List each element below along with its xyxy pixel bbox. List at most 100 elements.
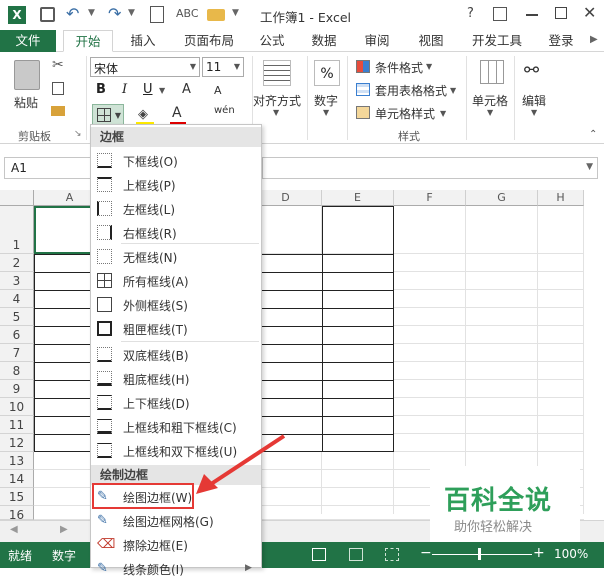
- undo-icon[interactable]: ↶: [66, 4, 79, 23]
- normal-view-icon[interactable]: [312, 548, 326, 561]
- cell-style-icon[interactable]: [356, 106, 370, 119]
- percent-icon[interactable]: %: [314, 60, 340, 86]
- row-header-3[interactable]: 3: [0, 272, 34, 290]
- print-preview-icon[interactable]: [150, 6, 164, 23]
- minimize-button[interactable]: [526, 14, 538, 16]
- row-header-15[interactable]: 15: [0, 488, 34, 506]
- row-header-12[interactable]: 12: [0, 434, 34, 452]
- help-button[interactable]: ?: [467, 6, 474, 21]
- open-folder-icon[interactable]: [207, 9, 225, 21]
- dropdown-icon[interactable]: ▼: [128, 8, 135, 18]
- row-header-10[interactable]: 10: [0, 398, 34, 416]
- menu-item-items1-1[interactable]: 上框线(P): [91, 173, 261, 197]
- chevron-down-icon[interactable]: ▼: [323, 108, 329, 117]
- edit-label[interactable]: 编辑: [522, 92, 546, 109]
- maximize-button[interactable]: [555, 7, 567, 19]
- dropdown-icon[interactable]: ▼: [159, 86, 165, 95]
- sheet-scroll-right-icon[interactable]: ▶: [60, 524, 68, 535]
- menu-item-items4-2[interactable]: ⌫ 擦除边框(E): [91, 533, 261, 557]
- fill-color-icon[interactable]: ◈: [138, 107, 148, 122]
- row-header-5[interactable]: 5: [0, 308, 34, 326]
- menu-item-items4-3[interactable]: ✎ 线条颜色(I): [91, 557, 261, 581]
- row-header-14[interactable]: 14: [0, 470, 34, 488]
- chevron-down-icon[interactable]: ▼: [234, 62, 240, 71]
- menu-item-items3-2[interactable]: 上下框线(D): [91, 391, 261, 415]
- tab-home[interactable]: 开始: [63, 30, 113, 52]
- row-header-11[interactable]: 11: [0, 416, 34, 434]
- dropdown-icon[interactable]: ▼: [232, 8, 239, 18]
- tab-formulas[interactable]: 公式: [252, 30, 292, 52]
- page-layout-view-icon[interactable]: [349, 548, 363, 561]
- chevron-down-icon[interactable]: ▼: [586, 162, 593, 172]
- chevron-down-icon[interactable]: ▼: [487, 108, 493, 117]
- bold-button[interactable]: B: [96, 82, 106, 97]
- tab-insert[interactable]: 插入: [122, 30, 164, 52]
- row-header-6[interactable]: 6: [0, 326, 34, 344]
- row-header-4[interactable]: 4: [0, 290, 34, 308]
- italic-button[interactable]: I: [122, 82, 127, 97]
- binoculars-icon[interactable]: ⚯: [524, 60, 539, 81]
- conditional-format-icon[interactable]: [356, 60, 370, 73]
- menu-item-items4-1[interactable]: ✎ 绘图边框网格(G): [91, 509, 261, 533]
- menu-item-items3-1[interactable]: 粗底框线(H): [91, 367, 261, 391]
- ribbon-display-icon[interactable]: [493, 7, 507, 21]
- phonetic-icon[interactable]: wén: [214, 105, 235, 116]
- redo-icon[interactable]: ↷: [108, 4, 121, 23]
- tab-page-layout[interactable]: 页面布局: [176, 30, 242, 52]
- zoom-in-icon[interactable]: +: [533, 545, 545, 561]
- conditional-format-button[interactable]: 条件格式: [375, 59, 423, 76]
- paste-icon[interactable]: [14, 60, 40, 90]
- spellcheck-icon[interactable]: ABC: [176, 7, 199, 20]
- dialog-launcher-icon[interactable]: ↘: [74, 129, 82, 139]
- menu-item-items1-0[interactable]: 下框线(O): [91, 149, 261, 173]
- format-painter-icon[interactable]: [51, 106, 65, 116]
- row-header-13[interactable]: 13: [0, 452, 34, 470]
- underline-button[interactable]: U: [143, 82, 153, 97]
- paste-label[interactable]: 粘贴: [14, 94, 38, 111]
- menu-item-items2-0[interactable]: 无框线(N): [91, 245, 261, 269]
- font-shrink-icon[interactable]: A: [214, 84, 222, 97]
- chevron-down-icon[interactable]: ▼: [531, 108, 537, 117]
- column-header-h[interactable]: H: [538, 190, 584, 206]
- close-button[interactable]: ✕: [583, 3, 596, 22]
- scroll-right-icon[interactable]: ▶: [590, 34, 598, 45]
- font-grow-icon[interactable]: A: [182, 82, 191, 97]
- row-header-9[interactable]: 9: [0, 380, 34, 398]
- font-color-icon[interactable]: A: [172, 105, 182, 121]
- alignment-icon[interactable]: [263, 60, 291, 86]
- column-header-g[interactable]: G: [466, 190, 538, 206]
- row-header-2[interactable]: 2: [0, 254, 34, 272]
- zoom-slider[interactable]: [432, 554, 532, 555]
- signin-link[interactable]: 登录: [544, 30, 578, 52]
- menu-item-items3-0[interactable]: 双底框线(B): [91, 343, 261, 367]
- collapse-ribbon-icon[interactable]: ⌃: [589, 129, 597, 140]
- column-header-f[interactable]: F: [394, 190, 466, 206]
- zoom-level[interactable]: 100%: [554, 547, 588, 561]
- tab-file[interactable]: 文件: [0, 30, 56, 52]
- copy-icon[interactable]: [52, 82, 64, 95]
- menu-item-items1-2[interactable]: 左框线(L): [91, 197, 261, 221]
- tab-view[interactable]: 视图: [411, 30, 451, 52]
- zoom-out-icon[interactable]: −: [420, 545, 432, 561]
- table-format-icon[interactable]: [356, 83, 370, 96]
- tab-developer[interactable]: 开发工具: [466, 30, 528, 52]
- dropdown-icon[interactable]: ▼: [88, 8, 95, 18]
- menu-item-items2-2[interactable]: 外侧框线(S): [91, 293, 261, 317]
- zoom-slider-thumb[interactable]: [478, 548, 481, 560]
- row-header-1[interactable]: 1: [0, 206, 34, 254]
- chevron-down-icon[interactable]: ▼: [273, 108, 279, 117]
- chevron-down-icon[interactable]: ▼: [426, 62, 432, 71]
- cells-icon[interactable]: [480, 60, 504, 84]
- font-size-select[interactable]: 11 ▼: [202, 57, 244, 77]
- save-icon[interactable]: [40, 7, 55, 22]
- borders-button[interactable]: ▼: [92, 104, 124, 126]
- font-name-select[interactable]: 宋体 ▼: [90, 57, 200, 77]
- table-format-button[interactable]: 套用表格格式: [375, 82, 447, 99]
- row-header-7[interactable]: 7: [0, 344, 34, 362]
- row-header-8[interactable]: 8: [0, 362, 34, 380]
- menu-item-items2-1[interactable]: 所有框线(A): [91, 269, 261, 293]
- menu-item-items2-3[interactable]: 粗匣框线(T): [91, 317, 261, 341]
- alignment-label[interactable]: 对齐方式: [253, 92, 301, 109]
- column-header-e[interactable]: E: [322, 190, 394, 206]
- cells-label[interactable]: 单元格: [472, 92, 508, 109]
